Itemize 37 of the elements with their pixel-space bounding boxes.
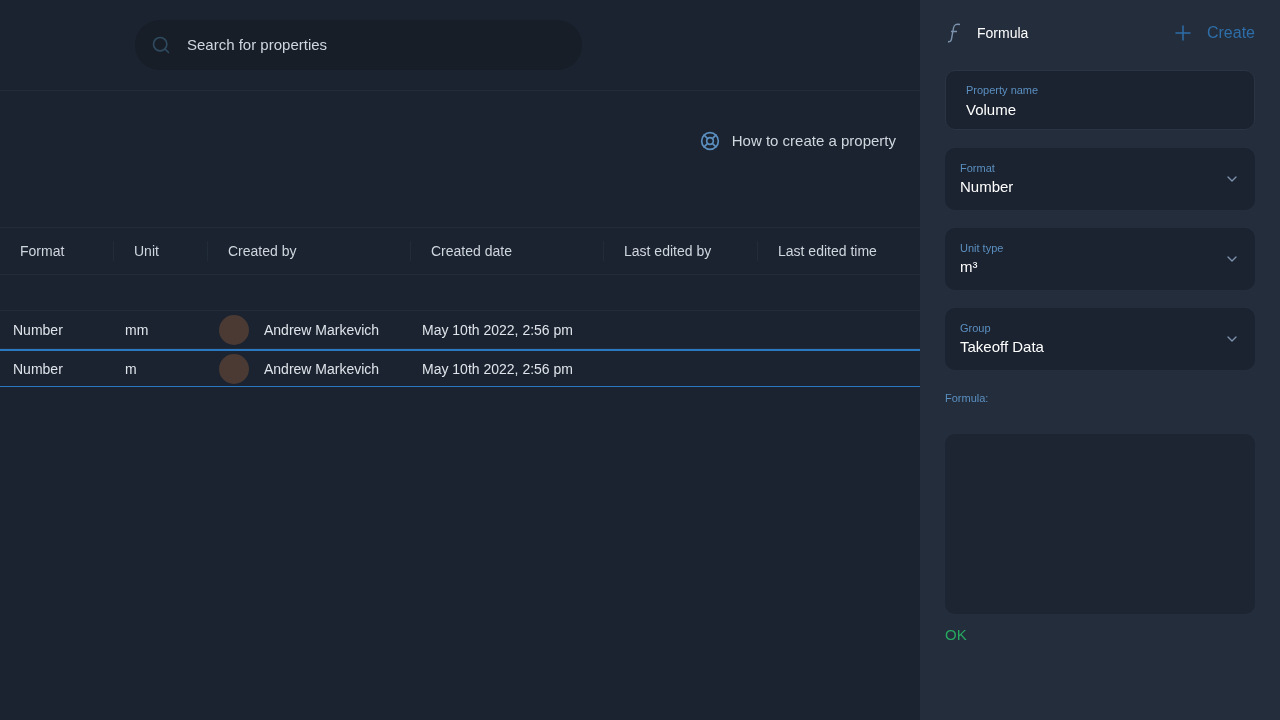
- field-label: Property name: [966, 83, 1040, 98]
- table-cell-text: Andrew Markevich: [264, 359, 380, 379]
- panel-title: Formula: [977, 23, 1029, 43]
- column-header: Format: [19, 242, 66, 261]
- table-cell-text: Andrew Markevich: [264, 320, 380, 340]
- table-cell: May 10th 2022, 2:56 pm: [422, 321, 573, 338]
- select-field[interactable]: Format Number: [945, 148, 1255, 210]
- field-value: Takeoff Data: [960, 337, 1045, 357]
- table-cell: Number: [13, 321, 63, 338]
- column-header: Created by: [207, 241, 410, 261]
- table-cell: Number: [13, 360, 63, 377]
- function-icon: [947, 23, 961, 43]
- field-label: Group: [960, 320, 992, 336]
- table-cell: m: [125, 360, 137, 377]
- select-field[interactable]: Unit type m³: [945, 228, 1255, 290]
- column-header: Last edited by: [603, 241, 757, 261]
- avatar-placeholder: [219, 314, 249, 345]
- search-input[interactable]: Search for properties: [187, 33, 566, 57]
- table-row[interactable]: Number m Andrew Markevich May 10th 2022, 2:56 pm: [0, 349, 920, 387]
- field-value: Number: [960, 177, 1015, 197]
- lifebuoy-icon: [699, 131, 720, 151]
- field-label: Format: [960, 160, 996, 176]
- avatar-placeholder: [219, 353, 249, 384]
- help-link[interactable]: How to create a property: [699, 129, 896, 153]
- column-header: Unit: [113, 241, 207, 261]
- field-value: m³: [960, 257, 979, 277]
- search-field[interactable]: Search for properties: [135, 20, 582, 70]
- property-name-field[interactable]: Property name Volume: [945, 70, 1255, 130]
- column-header: Created date: [410, 241, 603, 261]
- select-field[interactable]: Group Takeoff Data: [945, 308, 1255, 370]
- table-cell: May 10th 2022, 2:56 pm: [422, 360, 573, 377]
- formula-label: Formula:: [945, 391, 990, 406]
- table-cell: mm: [125, 321, 149, 338]
- search-icon: [151, 35, 171, 55]
- ok-button[interactable]: OK: [945, 623, 967, 646]
- field-value: Volume: [966, 99, 1018, 120]
- field-label: Unit type: [960, 240, 1005, 256]
